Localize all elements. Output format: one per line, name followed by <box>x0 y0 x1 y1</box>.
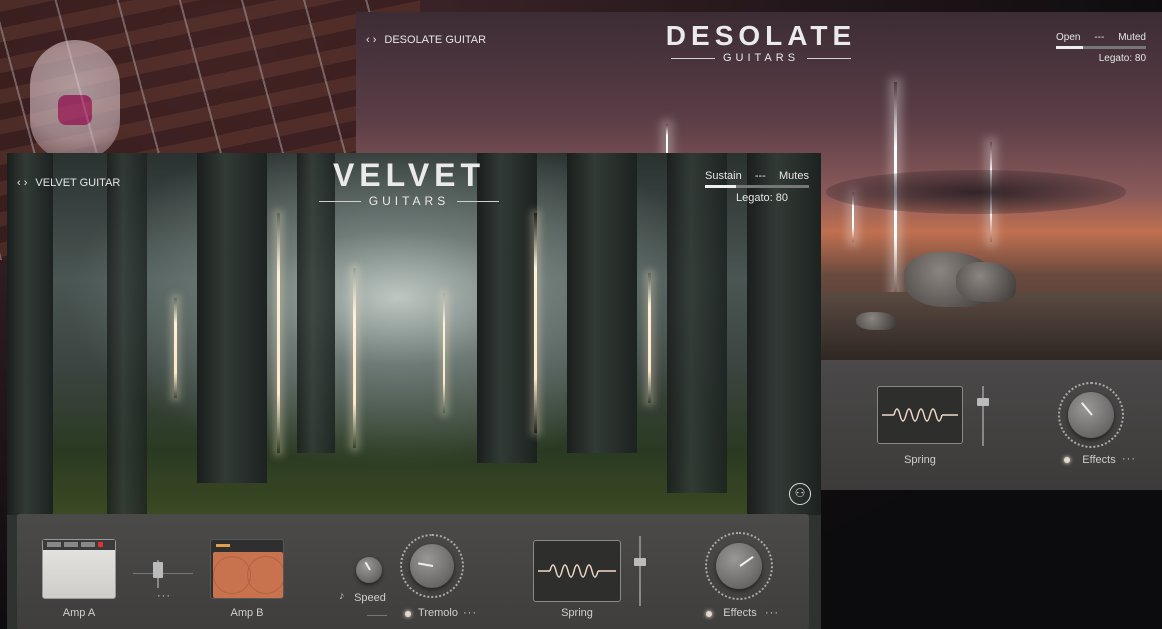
articulation-sustain[interactable]: Sustain <box>705 170 742 182</box>
articulation-slider[interactable] <box>1056 46 1146 49</box>
spring-icon <box>882 408 958 422</box>
logo-title: VELVET <box>332 157 486 193</box>
nav-arrows-icon[interactable]: ‹ › <box>366 34 376 46</box>
background-guitar-body <box>30 40 120 160</box>
legato-value: Legato: 80 <box>736 192 788 204</box>
effects-menu-button[interactable]: ··· <box>1122 453 1136 465</box>
articulation-divider: --- <box>1094 32 1105 43</box>
effects-led[interactable] <box>706 611 712 617</box>
tree <box>7 153 53 515</box>
light-beam <box>277 213 280 453</box>
nav-arrows-icon[interactable]: ‹ › <box>17 177 27 189</box>
desolate-logo: DESOLATE GUITARS <box>656 20 866 64</box>
effects-label: Effects <box>723 607 757 619</box>
effects-label: Effects <box>1082 454 1116 466</box>
speed-label: Speed <box>354 592 386 604</box>
spring-icon <box>538 564 616 578</box>
spring-mix-slider[interactable] <box>977 386 989 446</box>
legato-value: Legato: 80 <box>1098 53 1146 64</box>
tree <box>567 153 637 453</box>
amp-blend-menu-button[interactable]: ··· <box>157 590 171 602</box>
spring-reverb-display[interactable] <box>533 540 621 602</box>
speed-link-line <box>367 615 387 616</box>
effects-menu-button[interactable]: ··· <box>765 607 779 619</box>
logo-title: DESOLATE <box>665 20 857 51</box>
effects-knob[interactable] <box>716 543 762 589</box>
tree <box>107 153 147 515</box>
articulation-mutes[interactable]: Mutes <box>779 170 809 182</box>
light-beam <box>648 273 651 403</box>
instrument-title: VELVET GUITAR <box>35 177 121 189</box>
amp-b-label: Amp B <box>230 607 264 619</box>
amp-b-image[interactable] <box>210 539 284 599</box>
light-beam <box>443 293 445 413</box>
articulation-slider[interactable] <box>705 185 809 188</box>
articulation-divider: --- <box>754 170 766 182</box>
articulation-selector[interactable]: Open --- Muted Legato: 80 <box>1056 32 1146 64</box>
articulation-open[interactable]: Open <box>1056 32 1080 43</box>
tree <box>747 153 821 515</box>
logo-subtitle: GUITARS <box>319 194 499 208</box>
velvet-guitar-window: ‹ › VELVET GUITAR VELVET GUITARS Sustain… <box>7 153 821 629</box>
spring-mix-slider[interactable] <box>634 536 646 606</box>
rock <box>856 312 896 330</box>
amp-a-image[interactable] <box>42 539 116 599</box>
tree <box>197 153 267 483</box>
velvet-logo: VELVET GUITARS <box>319 157 499 208</box>
spring-label: Spring <box>561 607 593 619</box>
amp-a-label: Amp A <box>62 607 96 619</box>
light-beam <box>353 268 356 448</box>
accessibility-icon[interactable]: ⚇ <box>789 483 811 505</box>
desolate-nav: ‹ › DESOLATE GUITAR <box>366 34 486 46</box>
light-beam <box>174 298 177 398</box>
instrument-title: DESOLATE GUITAR <box>384 34 487 46</box>
cloud <box>826 170 1126 214</box>
note-icon: ♪ <box>339 590 345 602</box>
velvet-nav: ‹ › VELVET GUITAR <box>17 177 120 189</box>
amp-blend-track <box>133 573 193 574</box>
spring-label: Spring <box>904 454 936 466</box>
effects-led[interactable] <box>1064 457 1070 463</box>
tremolo-led[interactable] <box>405 611 411 617</box>
speed-knob[interactable] <box>356 557 382 583</box>
rock <box>956 262 1016 302</box>
effects-knob[interactable] <box>1068 392 1114 438</box>
logo-subtitle: GUITARS <box>656 52 866 64</box>
tremolo-label: Tremolo <box>418 607 458 619</box>
articulation-muted[interactable]: Muted <box>1118 32 1146 43</box>
light-beam <box>534 213 537 433</box>
tremolo-knob[interactable] <box>410 544 454 588</box>
tree <box>667 153 727 493</box>
tremolo-menu-button[interactable]: ··· <box>463 607 477 619</box>
velvet-control-panel: Amp A ··· Amp B ♪ Speed Tremolo ··· Spri… <box>17 514 809 629</box>
amp-blend-slider[interactable] <box>153 560 163 588</box>
spring-reverb-display[interactable] <box>877 386 963 444</box>
articulation-selector[interactable]: Sustain --- Mutes Legato: 80 <box>705 170 809 204</box>
